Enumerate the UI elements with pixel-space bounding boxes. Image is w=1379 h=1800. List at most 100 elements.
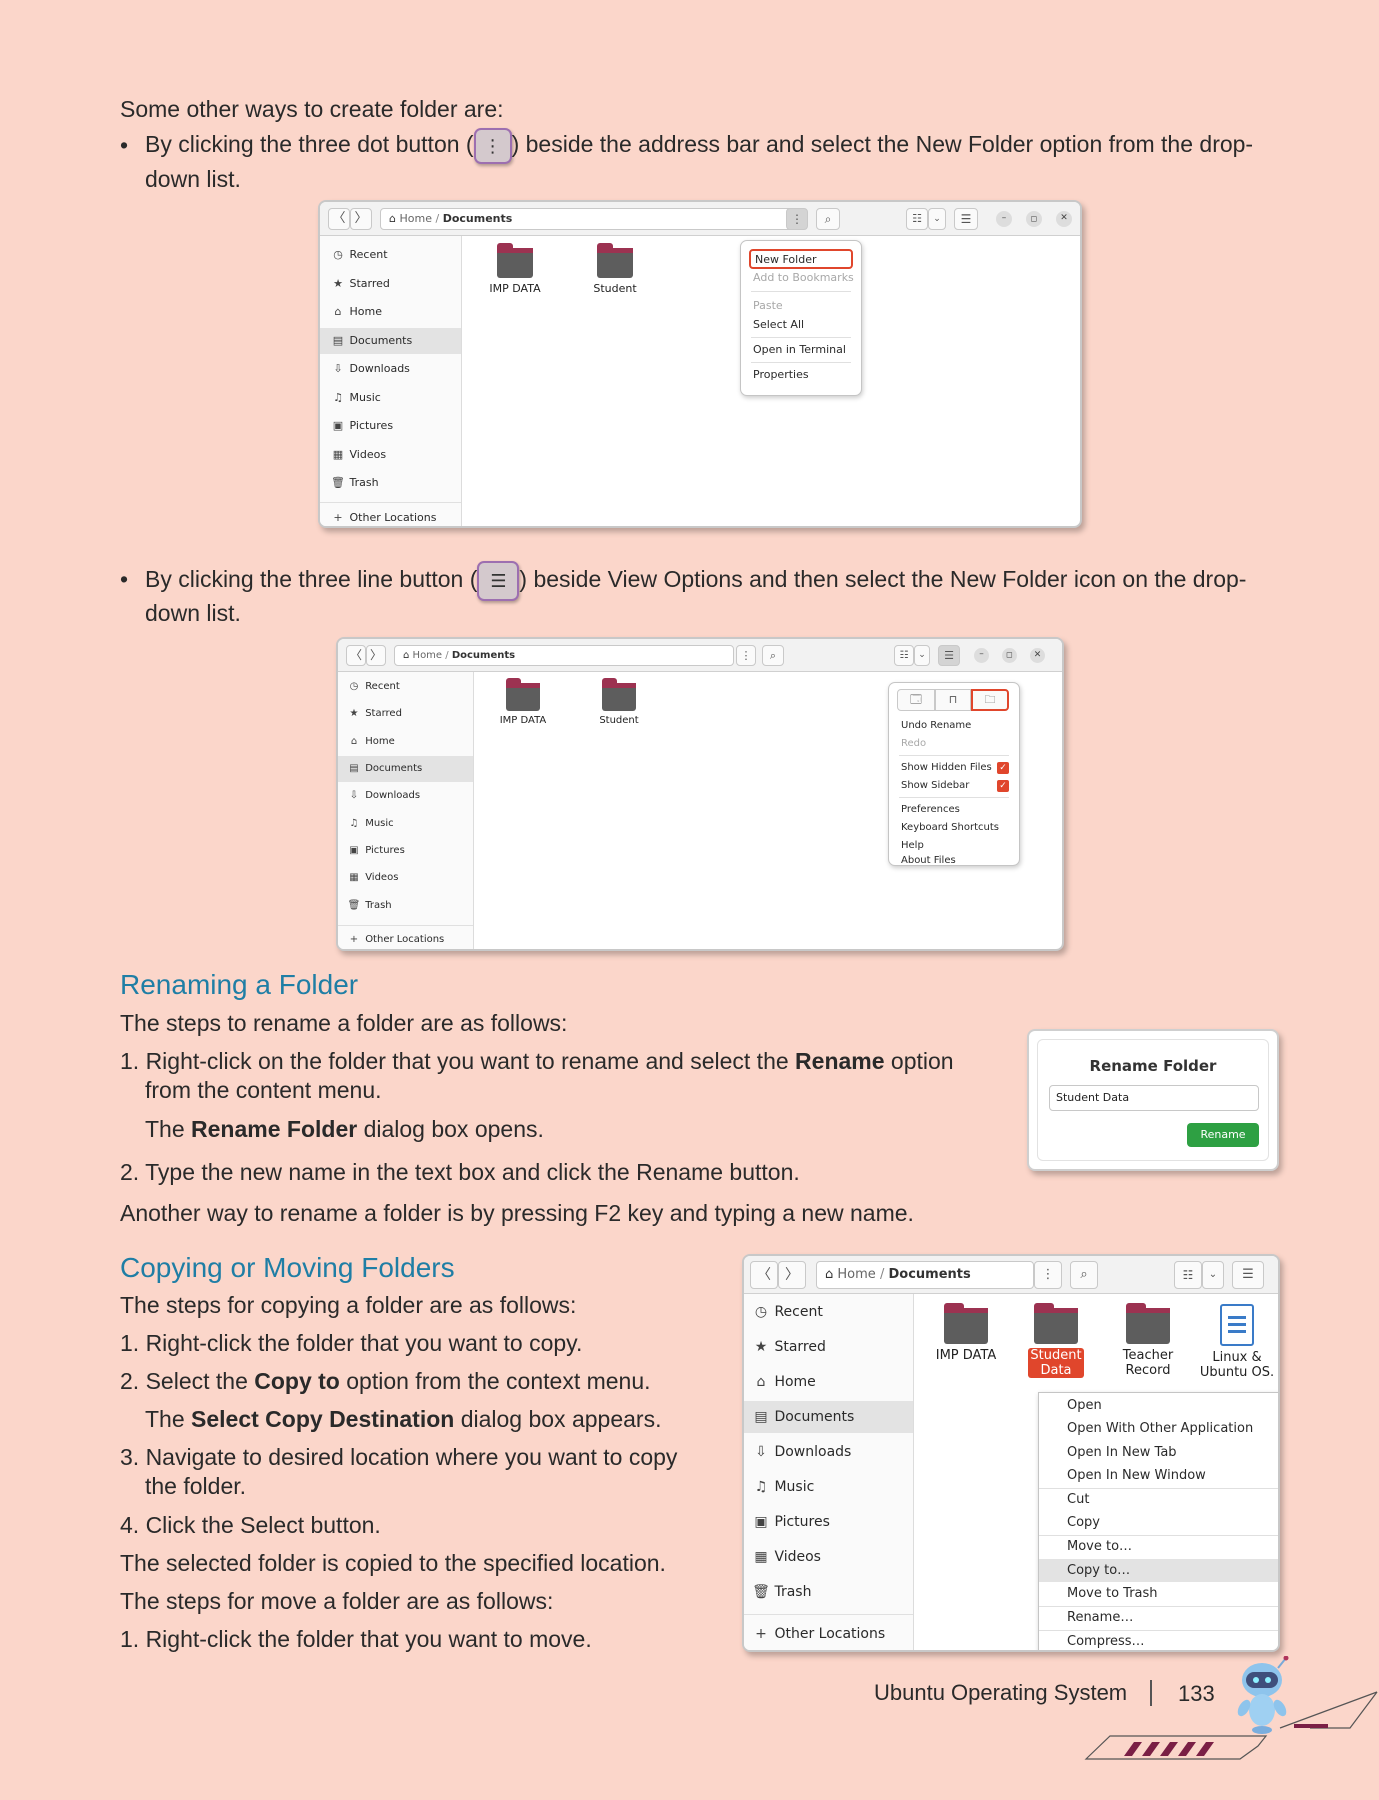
sidebar-item-videos[interactable]: ▦ Videos [744, 1541, 913, 1573]
menu-item-copy[interactable]: Copy [1039, 1512, 1278, 1534]
close-button[interactable]: ✕ [1056, 211, 1072, 227]
three-dot-menu-button[interactable]: ⋮ [736, 645, 756, 666]
folder-item[interactable]: Teacher Record [1104, 1302, 1192, 1378]
sidebar-item-pictures[interactable]: ▣ Pictures [744, 1506, 913, 1538]
menu-item-cut[interactable]: Cut [1039, 1489, 1278, 1511]
sidebar-item-downloads[interactable]: ⇩ Downloads [338, 783, 473, 809]
menu-item-rename[interactable]: Rename… [1039, 1607, 1278, 1629]
sidebar-item-starred[interactable]: ★ Starred [320, 271, 461, 297]
sidebar-item-documents[interactable]: ▤ Documents [320, 328, 461, 354]
back-button[interactable]: 〈 [750, 1261, 778, 1289]
close-button[interactable]: ✕ [1030, 648, 1045, 663]
sidebar-item-trash[interactable]: 🗑︎ Trash [320, 470, 461, 496]
checkbox-checked-icon[interactable]: ✓ [997, 762, 1009, 774]
folder-item[interactable]: IMP DATA [488, 678, 558, 726]
sidebar-item-documents[interactable]: ▤ Documents [338, 756, 473, 782]
menu-item-paste[interactable]: Paste [741, 297, 861, 315]
hamburger-menu-button[interactable]: ☰ [954, 208, 978, 230]
menu-item-move-to[interactable]: Move to… [1039, 1536, 1278, 1558]
menu-item-undo-rename[interactable]: Undo Rename [889, 717, 1019, 734]
file-item[interactable]: Linux & Ubuntu OS. [1196, 1302, 1278, 1380]
sidebar-item-recent[interactable]: ◷ Recent [320, 242, 461, 268]
sidebar-item-recent[interactable]: ◷ Recent [338, 674, 473, 700]
menu-item-new-folder[interactable]: New Folder [749, 249, 853, 269]
sidebar-item-other-locations[interactable]: + Other Locations [338, 928, 473, 949]
sidebar-item-home[interactable]: ⌂ Home [338, 729, 473, 755]
folder-name-input[interactable]: Student Data [1049, 1085, 1259, 1111]
menu-item-redo[interactable]: Redo [889, 735, 1019, 752]
sidebar-item-recent[interactable]: ◷ Recent [744, 1296, 913, 1328]
hamburger-menu-button[interactable]: ☰ [938, 645, 960, 666]
minimize-button[interactable]: – [996, 211, 1012, 227]
folder-item[interactable]: Student [580, 243, 650, 295]
sidebar-item-music[interactable]: ♫ Music [744, 1471, 913, 1503]
menu-item-keyboard-shortcuts[interactable]: Keyboard Shortcuts [889, 819, 1019, 836]
list-view-button[interactable]: ☷ [1174, 1261, 1202, 1289]
sidebar-item-trash[interactable]: 🗑︎ Trash [744, 1576, 913, 1608]
sidebar-item-pictures[interactable]: ▣ Pictures [320, 413, 461, 439]
checkbox-checked-icon[interactable]: ✓ [997, 780, 1009, 792]
three-dot-button-icon: ⋮ [473, 128, 512, 164]
sidebar-item-other-locations[interactable]: + Other Locations [320, 506, 461, 526]
search-button[interactable]: ⌕ [1070, 1261, 1098, 1289]
three-dot-menu-button[interactable]: ⋮ [1034, 1261, 1062, 1289]
address-bar[interactable]: ⌂ Home / Documents [394, 645, 734, 666]
search-button[interactable]: ⌕ [816, 208, 840, 230]
menu-item-preferences[interactable]: Preferences [889, 801, 1019, 818]
sidebar-item-other-locations[interactable]: + Other Locations [744, 1620, 913, 1648]
sidebar-item-music[interactable]: ♫ Music [338, 811, 473, 837]
menu-item-open[interactable]: Open [1039, 1395, 1278, 1417]
menu-item-properties[interactable]: Properties [741, 366, 861, 384]
forward-button[interactable]: 〉 [350, 208, 372, 230]
menu-item-about-files[interactable]: About Files [889, 849, 1019, 866]
menu-item-open-in-terminal[interactable]: Open in Terminal [741, 341, 861, 359]
menu-item-add-to-bookmarks[interactable]: Add to Bookmarks [741, 269, 861, 287]
address-bar[interactable]: ⌂ Home / Documents [380, 208, 806, 230]
sidebar-item-music[interactable]: ♫ Music [320, 385, 461, 411]
maximize-button[interactable]: ◻ [1002, 648, 1017, 663]
sidebar-item-starred[interactable]: ★ Starred [338, 701, 473, 727]
folder-item[interactable]: IMP DATA [922, 1302, 1010, 1363]
three-dot-menu-button[interactable]: ⋮ [786, 208, 808, 230]
minimize-button[interactable]: – [974, 648, 989, 663]
plus-icon: + [349, 934, 359, 945]
new-folder-button[interactable]: 🗀 [971, 689, 1009, 711]
back-button[interactable]: 〈 [346, 645, 366, 666]
folder-item[interactable]: IMP DATA [480, 243, 550, 295]
maximize-button[interactable]: ◻ [1026, 211, 1042, 227]
view-options-button[interactable]: ⌄ [928, 208, 946, 230]
menu-item-select-all[interactable]: Select All [741, 316, 861, 334]
search-button[interactable]: ⌕ [762, 645, 784, 666]
sidebar-item-starred[interactable]: ★ Starred [744, 1331, 913, 1363]
new-window-button[interactable]: 🗔 [897, 689, 935, 711]
sidebar-item-videos[interactable]: ▦ Videos [320, 442, 461, 468]
rename-button[interactable]: Rename [1187, 1123, 1259, 1147]
address-bar[interactable]: ⌂ Home / Documents [816, 1261, 1034, 1289]
view-options-button[interactable]: ⌄ [1202, 1261, 1224, 1289]
view-options-button[interactable]: ⌄ [914, 645, 930, 666]
list-view-button[interactable]: ☷ [894, 645, 914, 666]
menu-item-move-to-trash[interactable]: Move to Trash [1039, 1583, 1278, 1605]
sidebar-item-home[interactable]: ⌂ Home [320, 299, 461, 325]
three-line-button-icon: ☰ [477, 561, 520, 601]
folder-item-selected[interactable]: Student Data [1012, 1302, 1100, 1378]
sidebar-item-home[interactable]: ⌂ Home [744, 1366, 913, 1398]
forward-button[interactable]: 〉 [366, 645, 386, 666]
menu-item-open-new-window[interactable]: Open In New Window [1039, 1465, 1278, 1487]
hamburger-menu-button[interactable]: ☰ [1232, 1261, 1264, 1289]
sidebar-item-downloads[interactable]: ⇩ Downloads [320, 356, 461, 382]
sidebar-item-documents[interactable]: ▤ Documents [744, 1401, 913, 1433]
menu-item-open-new-tab[interactable]: Open In New Tab [1039, 1442, 1278, 1464]
sidebar-item-trash[interactable]: 🗑︎ Trash [338, 893, 473, 919]
menu-item-compress[interactable]: Compress… [1039, 1631, 1278, 1650]
sidebar-item-downloads[interactable]: ⇩ Downloads [744, 1436, 913, 1468]
menu-item-copy-to[interactable]: Copy to… [1039, 1559, 1278, 1582]
sidebar-item-videos[interactable]: ▦ Videos [338, 865, 473, 891]
forward-button[interactable]: 〉 [778, 1261, 806, 1289]
back-button[interactable]: 〈 [328, 208, 350, 230]
sidebar-item-pictures[interactable]: ▣ Pictures [338, 838, 473, 864]
new-tab-button[interactable]: ⊓ [935, 689, 971, 711]
menu-item-open-with[interactable]: Open With Other Application [1039, 1418, 1278, 1440]
folder-item[interactable]: Student [584, 678, 654, 726]
list-view-button[interactable]: ☷ [906, 208, 928, 230]
